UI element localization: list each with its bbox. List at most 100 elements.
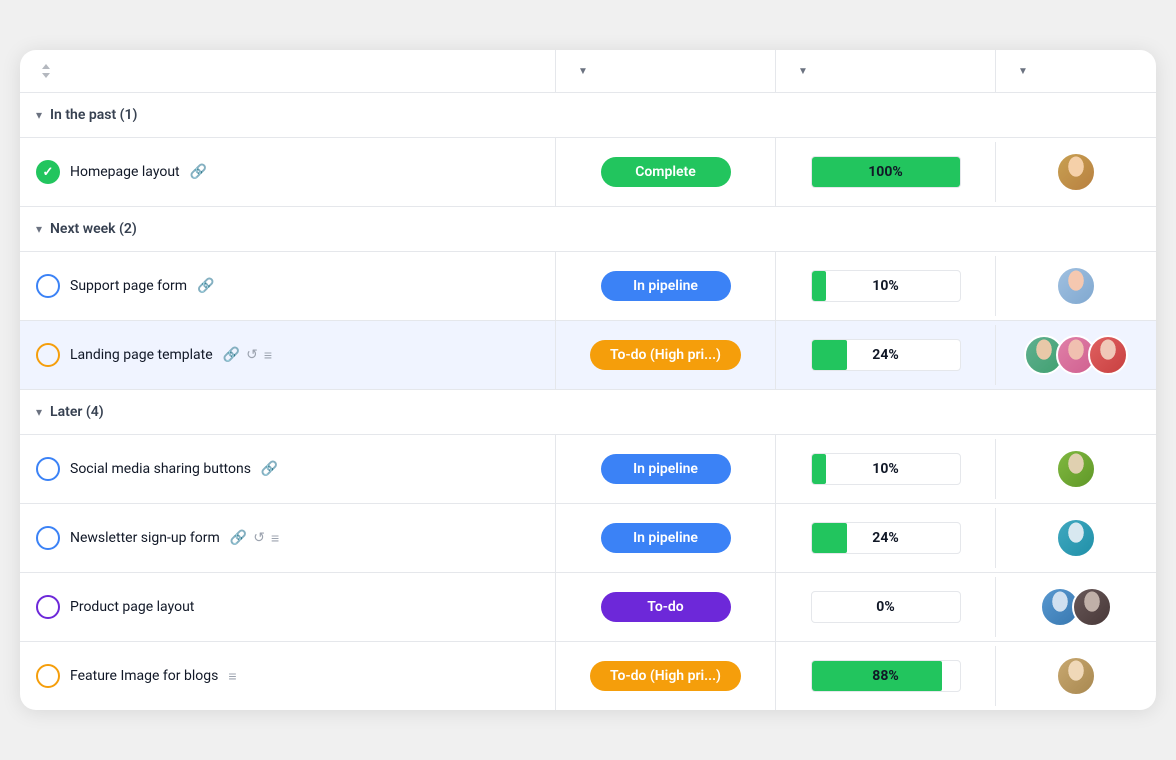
th-assigned[interactable]: ▼ — [996, 50, 1156, 92]
assigned-cell — [996, 573, 1156, 641]
assigned-chevron-icon: ▼ — [1018, 66, 1028, 77]
task-title-cell: Newsletter sign-up form 🔗↺≡ — [20, 504, 556, 572]
avatar — [1072, 587, 1112, 627]
recycle-icon: ↺ — [246, 347, 258, 363]
task-icon-group: 🔗 ↺ ≡ — [223, 347, 272, 364]
progress-cell: 24% — [776, 325, 996, 385]
avatar-group — [1024, 335, 1128, 375]
stage-cell: To-do (High pri...) — [556, 321, 776, 389]
stage-cell: Complete — [556, 138, 776, 206]
section-chevron-icon[interactable]: ▾ — [36, 222, 42, 236]
table-row: Product page layout To-do 0% — [20, 573, 1156, 642]
status-badge[interactable]: To-do (High pri...) — [590, 340, 741, 370]
progress-cell: 88% — [776, 646, 996, 706]
table-body: ▾ In the past (1) ✓ Homepage layout 🔗 Co… — [20, 93, 1156, 710]
task-title-cell: Product page layout — [20, 573, 556, 641]
section-title: Next week (2) — [50, 221, 137, 237]
progress-bar: 24% — [811, 339, 961, 371]
task-icon-group: 🔗 — [197, 278, 214, 294]
task-name: Product page layout — [70, 599, 194, 615]
task-name: Newsletter sign-up form — [70, 530, 220, 546]
th-stage[interactable]: ▼ — [556, 50, 776, 92]
progress-label: 10% — [812, 461, 960, 477]
assigned-cell — [996, 504, 1156, 572]
table-row: Newsletter sign-up form 🔗↺≡ In pipeline … — [20, 504, 1156, 573]
task-name: Social media sharing buttons — [70, 461, 251, 477]
avatar — [1056, 152, 1096, 192]
progress-bar: 10% — [811, 270, 961, 302]
section-header-later: ▾ Later (4) — [20, 390, 1156, 435]
avatar-group — [1056, 449, 1096, 489]
task-title-cell: ✓ Homepage layout 🔗 — [20, 138, 556, 206]
assigned-cell — [996, 252, 1156, 320]
link-icon: 🔗 — [197, 278, 214, 294]
avatar-group — [1056, 152, 1096, 192]
stage-cell: In pipeline — [556, 252, 776, 320]
task-title-cell: Feature Image for blogs ≡ — [20, 642, 556, 710]
list-icon: ≡ — [228, 668, 236, 685]
task-icon-group: 🔗↺≡ — [230, 530, 279, 547]
progress-cell: 100% — [776, 142, 996, 202]
assigned-cell — [996, 138, 1156, 206]
section-chevron-icon[interactable]: ▾ — [36, 405, 42, 419]
task-icon-group: 🔗 — [261, 461, 278, 477]
recycle-icon: ↺ — [253, 530, 265, 546]
task-status-dot — [36, 274, 60, 298]
avatar-group — [1056, 518, 1096, 558]
progress-label: 10% — [812, 278, 960, 294]
section-title: In the past (1) — [50, 107, 137, 123]
avatar — [1088, 335, 1128, 375]
task-status-dot: ✓ — [36, 160, 60, 184]
avatar-group — [1056, 266, 1096, 306]
avatar-group — [1040, 587, 1112, 627]
status-badge[interactable]: To-do — [601, 592, 731, 622]
status-badge[interactable]: Complete — [601, 157, 731, 187]
task-status-dot — [36, 343, 60, 367]
stage-cell: In pipeline — [556, 504, 776, 572]
table-row: ✓ Homepage layout 🔗 Complete 100% — [20, 138, 1156, 207]
table-header: ▼ ▼ ▼ — [20, 50, 1156, 93]
task-status-dot — [36, 595, 60, 619]
progress-bar: 10% — [811, 453, 961, 485]
checkmark-icon: ✓ — [43, 165, 54, 180]
task-icon-group: ≡ — [228, 668, 236, 685]
task-status-dot — [36, 664, 60, 688]
avatar — [1056, 656, 1096, 696]
task-title-cell: Landing page template 🔗 ↺ ≡ — [20, 321, 556, 389]
link-icon: 🔗 — [261, 461, 278, 477]
section-title: Later (4) — [50, 404, 104, 420]
list-icon: ≡ — [264, 347, 272, 364]
task-name: Support page form — [70, 278, 187, 294]
avatar — [1056, 449, 1096, 489]
link-icon: 🔗 — [223, 347, 240, 363]
progress-label: 88% — [812, 668, 960, 684]
task-name: Feature Image for blogs — [70, 668, 218, 684]
section-header-next-week: ▾ Next week (2) — [20, 207, 1156, 252]
progress-cell: 0% — [776, 577, 996, 637]
task-title-cell: Social media sharing buttons 🔗 — [20, 435, 556, 503]
progress-bar: 24% — [811, 522, 961, 554]
table-row: Landing page template 🔗 ↺ ≡ To-do (High pr… — [20, 321, 1156, 390]
status-badge[interactable]: In pipeline — [601, 454, 731, 484]
table-row: Feature Image for blogs ≡ To-do (High pr… — [20, 642, 1156, 710]
avatar-group — [1056, 656, 1096, 696]
progress-cell: 10% — [776, 256, 996, 316]
status-badge[interactable]: In pipeline — [601, 523, 731, 553]
status-badge[interactable]: To-do (High pri...) — [590, 661, 741, 691]
stage-chevron-icon: ▼ — [578, 66, 588, 77]
assigned-cell — [996, 642, 1156, 710]
task-title-cell: Support page form 🔗 — [20, 252, 556, 320]
progress-label: 24% — [812, 530, 960, 546]
section-chevron-icon[interactable]: ▾ — [36, 108, 42, 122]
link-icon: 🔗 — [230, 530, 247, 546]
sort-icon — [42, 64, 50, 78]
progress-label: 24% — [812, 347, 960, 363]
th-task-title[interactable] — [20, 50, 556, 92]
stage-cell: In pipeline — [556, 435, 776, 503]
progress-cell: 10% — [776, 439, 996, 499]
status-badge[interactable]: In pipeline — [601, 271, 731, 301]
table-row: Support page form 🔗 In pipeline 10% — [20, 252, 1156, 321]
task-name: Landing page template — [70, 347, 213, 363]
th-progress[interactable]: ▼ — [776, 50, 996, 92]
progress-label: 100% — [812, 164, 960, 180]
